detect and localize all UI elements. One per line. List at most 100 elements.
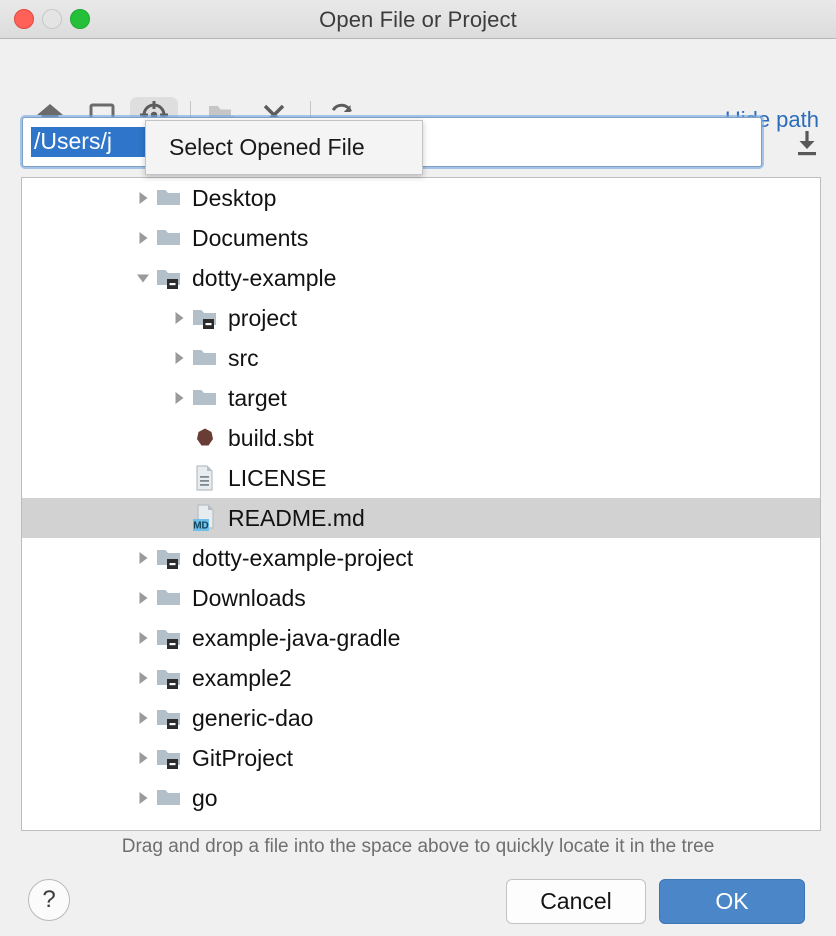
tree-row-label: example2 xyxy=(192,667,292,690)
tree-twisty-collapsed[interactable] xyxy=(130,178,156,218)
chevron-right-icon xyxy=(134,709,152,727)
folder-icon xyxy=(156,226,182,250)
tree-twisty-collapsed[interactable] xyxy=(166,298,192,338)
folder-icon xyxy=(156,826,182,831)
folder-module-icon xyxy=(156,626,182,650)
tree-row[interactable]: target xyxy=(22,378,820,418)
tree-twisty-expanded[interactable] xyxy=(130,258,156,298)
folder-icon xyxy=(192,386,218,410)
tree-twisty-collapsed[interactable] xyxy=(166,378,192,418)
tree-row[interactable]: Documents xyxy=(22,218,820,258)
tree-row-label: project xyxy=(228,307,297,330)
folder-icon xyxy=(156,578,186,618)
tree-row-label: dotty-example-project xyxy=(192,547,413,570)
folder-icon xyxy=(192,378,222,418)
folder-module-icon xyxy=(156,706,182,730)
chevron-right-icon xyxy=(134,229,152,247)
tree-row[interactable]: example2 xyxy=(22,658,820,698)
window-title: Open File or Project xyxy=(0,7,836,33)
folder-module-icon xyxy=(156,258,186,298)
tooltip-select-opened-file: Select Opened File xyxy=(145,120,423,175)
folder-module-icon xyxy=(156,618,186,658)
title-bar: Open File or Project xyxy=(0,0,836,39)
folder-icon xyxy=(156,586,182,610)
download-icon[interactable] xyxy=(790,127,824,159)
tree-row[interactable]: dotty-example xyxy=(22,258,820,298)
folder-icon xyxy=(156,178,186,218)
chevron-right-icon xyxy=(134,189,152,207)
chevron-right-icon xyxy=(134,829,152,831)
ok-button[interactable]: OK xyxy=(659,879,805,924)
tree-row[interactable]: Downloads xyxy=(22,578,820,618)
tree-row-label: target xyxy=(228,387,287,410)
file-tree[interactable]: Desktop Documents dotty-example project src t… xyxy=(21,177,821,831)
tree-row-label: build.sbt xyxy=(228,427,314,450)
tree-twisty-collapsed[interactable] xyxy=(130,778,156,818)
folder-icon xyxy=(156,818,186,831)
folder-icon xyxy=(156,186,182,210)
tree-twisty-collapsed[interactable] xyxy=(130,618,156,658)
tree-row[interactable]: go xyxy=(22,778,820,818)
folder-module-icon xyxy=(156,666,182,690)
markdown-file-icon: MD xyxy=(192,498,222,538)
tree-row-label: src xyxy=(228,347,259,370)
tree-row[interactable]: Desktop xyxy=(22,178,820,218)
chevron-down-icon xyxy=(134,269,152,287)
chevron-right-icon xyxy=(134,549,152,567)
tree-row-label: GitProject xyxy=(192,747,293,770)
tree-row-label: LICENSE xyxy=(228,467,326,490)
chevron-right-icon xyxy=(134,629,152,647)
tree-twisty-collapsed[interactable] xyxy=(166,338,192,378)
folder-icon xyxy=(192,346,218,370)
chevron-right-icon xyxy=(134,749,152,767)
drag-drop-hint: Drag and drop a file into the space abov… xyxy=(0,836,836,858)
chevron-right-icon xyxy=(134,669,152,687)
folder-module-icon xyxy=(156,738,186,778)
folder-module-icon xyxy=(192,298,222,338)
tree-row[interactable]: LICENSE xyxy=(22,458,820,498)
tree-twisty-collapsed[interactable] xyxy=(130,738,156,778)
folder-module-icon xyxy=(156,746,182,770)
tree-row[interactable]: example-java-gradle xyxy=(22,618,820,658)
tree-twisty-empty xyxy=(166,458,192,498)
folder-icon xyxy=(156,786,182,810)
chevron-right-icon xyxy=(134,789,152,807)
tree-row-label: Desktop xyxy=(192,187,276,210)
folder-module-icon xyxy=(192,306,218,330)
tree-row-label: README.md xyxy=(228,507,365,530)
sbt-file-icon xyxy=(192,426,218,450)
tree-row[interactable]: generic-dao xyxy=(22,698,820,738)
chevron-right-icon xyxy=(170,349,188,367)
tree-row-label: generic-dao xyxy=(192,707,313,730)
text-file-icon xyxy=(192,458,222,498)
cancel-button[interactable]: Cancel xyxy=(506,879,646,924)
tree-twisty-collapsed[interactable] xyxy=(130,698,156,738)
tree-row[interactable]: src xyxy=(22,338,820,378)
tree-twisty-collapsed[interactable] xyxy=(130,218,156,258)
sbt-file-icon xyxy=(192,418,222,458)
help-button[interactable]: ? xyxy=(28,879,70,921)
toolbar: Hide path xyxy=(0,39,836,109)
tree-row-label: Downloads xyxy=(192,587,306,610)
svg-text:MD: MD xyxy=(193,521,209,532)
folder-module-icon xyxy=(156,266,182,290)
tree-twisty-collapsed[interactable] xyxy=(130,538,156,578)
tree-row[interactable]: project xyxy=(22,298,820,338)
tree-row[interactable]: dotty-example-project xyxy=(22,538,820,578)
tree-twisty-collapsed[interactable] xyxy=(130,818,156,831)
tree-row[interactable]: MD README.md xyxy=(22,498,820,538)
tree-twisty-collapsed[interactable] xyxy=(130,578,156,618)
tree-row[interactable] xyxy=(22,818,820,831)
chevron-right-icon xyxy=(134,589,152,607)
folder-module-icon xyxy=(156,698,186,738)
tree-twisty-collapsed[interactable] xyxy=(130,658,156,698)
folder-module-icon xyxy=(156,546,182,570)
tree-row[interactable]: build.sbt xyxy=(22,418,820,458)
tree-row-label: go xyxy=(192,787,218,810)
folder-module-icon xyxy=(156,658,186,698)
tree-row-label: Documents xyxy=(192,227,308,250)
folder-icon xyxy=(156,778,186,818)
chevron-right-icon xyxy=(170,389,188,407)
tree-row[interactable]: GitProject xyxy=(22,738,820,778)
tooltip-label: Select Opened File xyxy=(169,134,365,161)
